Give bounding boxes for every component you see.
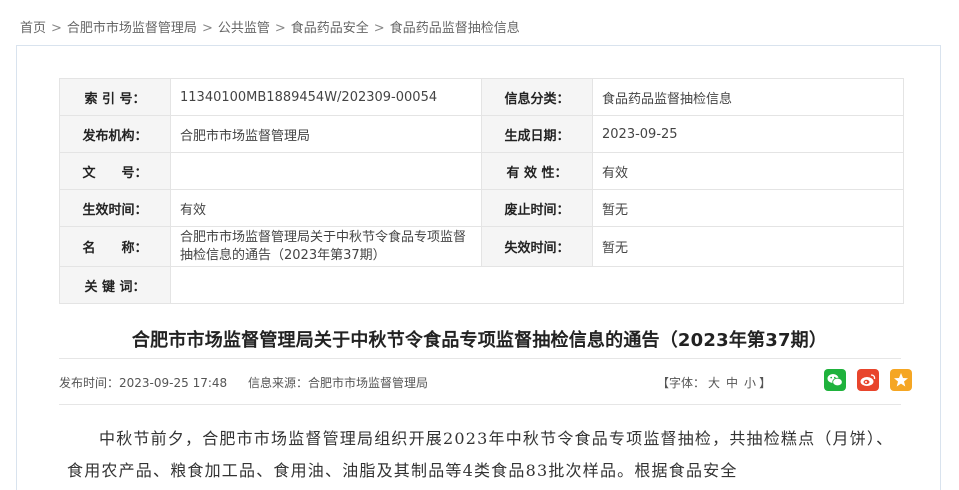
- wechat-icon[interactable]: [824, 369, 846, 391]
- divider: [59, 404, 901, 405]
- expire-time-label: 失效时间：: [481, 226, 593, 267]
- publisher-label: 发布机构：: [59, 115, 171, 153]
- qzone-icon[interactable]: [890, 369, 912, 391]
- font-size-close-bracket: 】: [759, 376, 772, 390]
- publisher-value: 合肥市市场监督管理局: [170, 115, 482, 153]
- breadcrumb-home-link[interactable]: 首页: [20, 21, 46, 36]
- category-value: 食品药品监督抽检信息: [592, 78, 904, 116]
- document-number-value: [170, 152, 482, 190]
- share-buttons: [824, 369, 912, 391]
- weibo-icon[interactable]: [857, 369, 879, 391]
- info-source: 信息来源：合肥市市场监督管理局: [248, 374, 428, 391]
- keywords-value: [170, 266, 904, 304]
- publish-date-value: 2023-09-25 17:48: [119, 376, 228, 390]
- info-source-label: 信息来源：: [248, 376, 309, 390]
- validity-label: 有 效 性：: [481, 152, 593, 190]
- index-number-label: 索 引 号：: [59, 78, 171, 116]
- keywords-label: 关 键 词：: [59, 266, 171, 304]
- name-value: 合肥市市场监督管理局关于中秋节令食品专项监督抽检信息的通告（2023年第37期）: [170, 226, 482, 267]
- font-size-label: 【字体：: [657, 376, 706, 390]
- table-row: 发布机构： 合肥市市场监督管理局 生成日期： 2023-09-25: [59, 115, 904, 153]
- breadcrumb-separator: >: [201, 21, 213, 36]
- name-label: 名 称：: [59, 226, 171, 267]
- article-body: 中秋节前夕，合肥市市场监督管理局组织开展2023年中秋节令食品专项监督抽检，共抽…: [67, 423, 907, 487]
- font-size-selector: 【字体：大中小】: [657, 374, 771, 391]
- article-panel: 索 引 号： 11340100MB1889454W/202309-00054 信…: [16, 45, 941, 490]
- breadcrumb-separator: >: [373, 21, 385, 36]
- divider: [59, 358, 901, 359]
- font-size-large-option[interactable]: 大: [708, 376, 720, 390]
- effective-time-value: 有效: [170, 189, 482, 227]
- font-size-medium-option[interactable]: 中: [726, 376, 738, 390]
- table-row: 名 称： 合肥市市场监督管理局关于中秋节令食品专项监督抽检信息的通告（2023年…: [59, 226, 904, 267]
- breadcrumb-inspection-info-link[interactable]: 食品药品监督抽检信息: [390, 21, 520, 36]
- article-info-bar: 发布时间：2023-09-25 17:48 信息来源：合肥市市场监督管理局 【字…: [59, 369, 912, 392]
- generation-date-label: 生成日期：: [481, 115, 593, 153]
- table-row: 文 号： 有 效 性： 有效: [59, 152, 904, 190]
- table-row: 关 键 词：: [59, 266, 904, 304]
- breadcrumb: 首页 > 合肥市市场监督管理局 > 公共监管 > 食品药品安全 > 食品药品监督抽检信息: [20, 17, 520, 36]
- article-title: 合肥市市场监督管理局关于中秋节令食品专项监督抽检信息的通告（2023年第37期）: [131, 330, 828, 351]
- index-number-value: 11340100MB1889454W/202309-00054: [170, 78, 482, 116]
- abolish-time-label: 废止时间：: [481, 189, 593, 227]
- category-label: 信息分类：: [481, 78, 593, 116]
- breadcrumb-separator: >: [51, 21, 62, 36]
- breadcrumb-food-drug-safety-link[interactable]: 食品药品安全: [291, 21, 369, 36]
- document-number-label: 文 号：: [59, 152, 171, 190]
- publish-date-label: 发布时间：: [59, 376, 120, 390]
- breadcrumb-bureau-link[interactable]: 合肥市市场监督管理局: [67, 21, 197, 36]
- table-row: 索 引 号： 11340100MB1889454W/202309-00054 信…: [59, 78, 904, 116]
- abolish-time-value: 暂无: [592, 189, 904, 227]
- breadcrumb-public-supervision-link[interactable]: 公共监管: [218, 21, 270, 36]
- table-row: 生效时间： 有效 废止时间： 暂无: [59, 189, 904, 227]
- generation-date-value: 2023-09-25: [592, 115, 904, 153]
- font-size-small-option[interactable]: 小: [744, 376, 756, 390]
- publish-date: 发布时间：2023-09-25 17:48: [59, 374, 227, 391]
- article-paragraph: 中秋节前夕，合肥市市场监督管理局组织开展2023年中秋节令食品专项监督抽检，共抽…: [67, 429, 894, 480]
- validity-value: 有效: [592, 152, 904, 190]
- effective-time-label: 生效时间：: [59, 189, 171, 227]
- breadcrumb-separator: >: [274, 21, 286, 36]
- document-metadata-table: 索 引 号： 11340100MB1889454W/202309-00054 信…: [59, 78, 904, 304]
- expire-time-value: 暂无: [592, 226, 904, 267]
- info-source-value: 合肥市市场监督管理局: [308, 376, 429, 390]
